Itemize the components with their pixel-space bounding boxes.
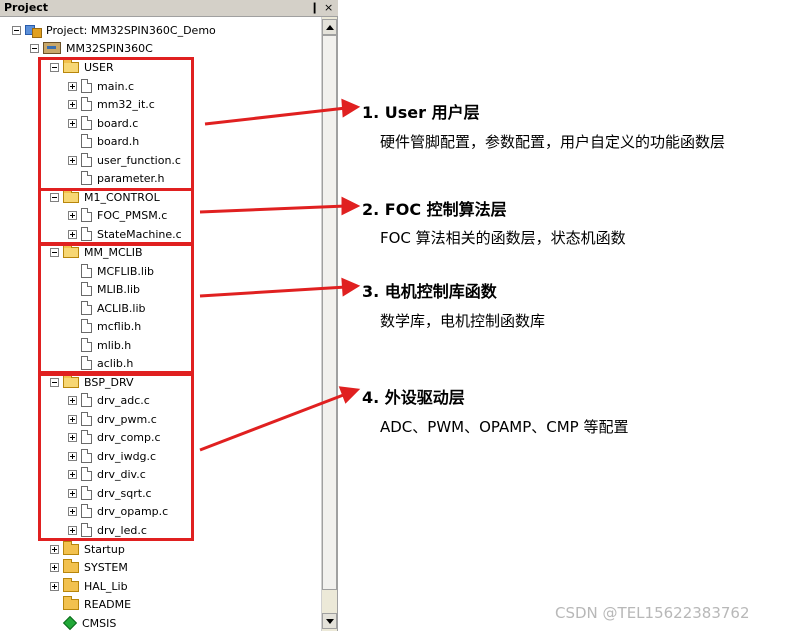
annotation-desc-4: ADC、PWM、OPAMP、CMP 等配置 (380, 418, 629, 436)
annotation-desc-3: 数学库，电机控制函数库 (380, 312, 546, 330)
arrow-mclib (199, 285, 347, 298)
annotation-title-2: 2. FOC 控制算法层 (362, 200, 507, 219)
annotation-desc-2: FOC 算法相关的函数层，状态机函数 (380, 229, 626, 247)
arrow-bsp (199, 392, 347, 452)
arrowhead-foc (341, 196, 361, 216)
annotation-title-1: 1. User 用户层 (362, 103, 480, 122)
arrowhead-user (341, 98, 361, 118)
arrow-foc (199, 204, 347, 214)
arrowhead-mclib (341, 277, 361, 297)
annotation-title-4: 4. 外设驱动层 (362, 388, 465, 407)
arrow-user (204, 106, 347, 126)
annotation-title-3: 3. 电机控制库函数 (362, 282, 497, 301)
arrowhead-bsp (338, 386, 361, 404)
annotation-desc-1: 硬件管脚配置，参数配置，用户自定义的功能函数层 (380, 133, 726, 151)
watermark: CSDN @TEL15622383762 (555, 604, 750, 622)
